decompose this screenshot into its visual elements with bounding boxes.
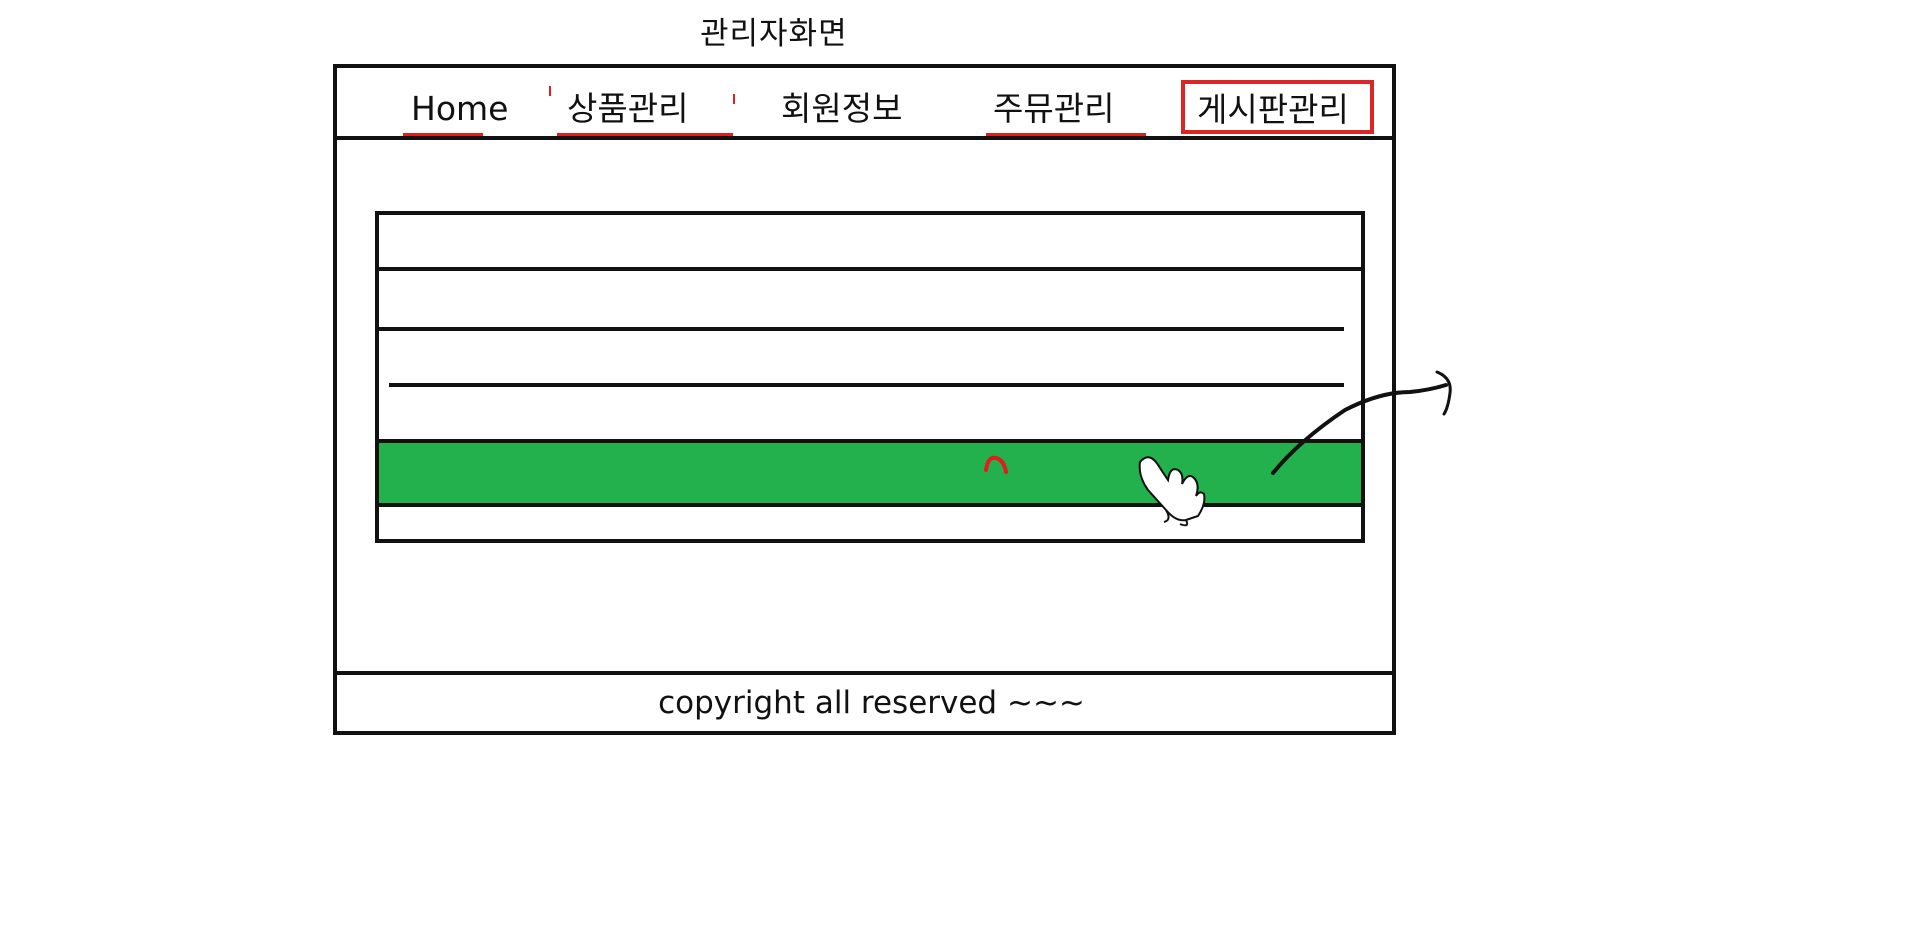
table-row-selected[interactable] xyxy=(379,439,1361,507)
page-title: 관리자화면 xyxy=(700,16,848,52)
footer: copyright all reserved ~~~ xyxy=(337,671,1392,731)
products-mark-right xyxy=(733,94,735,104)
content-table xyxy=(375,211,1365,543)
nav-item-board[interactable]: 게시판관리 xyxy=(1181,80,1374,134)
table-row-divider xyxy=(375,267,1365,271)
products-mark-left xyxy=(549,86,551,96)
wireframe-canvas: 관리자화면 Home 상품관리 회원정보 주뮤관리 게시판관리 copyrigh… xyxy=(0,0,1914,927)
footer-copyright: copyright all reserved ~~~ xyxy=(658,685,1085,721)
home-underline xyxy=(403,133,483,136)
admin-window: Home 상품관리 회원정보 주뮤관리 게시판관리 copyright all … xyxy=(333,64,1396,735)
nav-bar: Home 상품관리 회원정보 주뮤관리 게시판관리 xyxy=(337,68,1392,140)
table-row-divider xyxy=(379,327,1344,331)
nav-item-orders[interactable]: 주뮤관리 xyxy=(993,88,1114,130)
nav-item-products[interactable]: 상품관리 xyxy=(567,88,688,130)
table-row-divider xyxy=(389,383,1344,387)
orders-underline xyxy=(986,133,1146,136)
products-underline xyxy=(557,133,733,136)
nav-item-members[interactable]: 회원정보 xyxy=(781,88,902,130)
nav-item-home[interactable]: Home xyxy=(411,88,508,130)
